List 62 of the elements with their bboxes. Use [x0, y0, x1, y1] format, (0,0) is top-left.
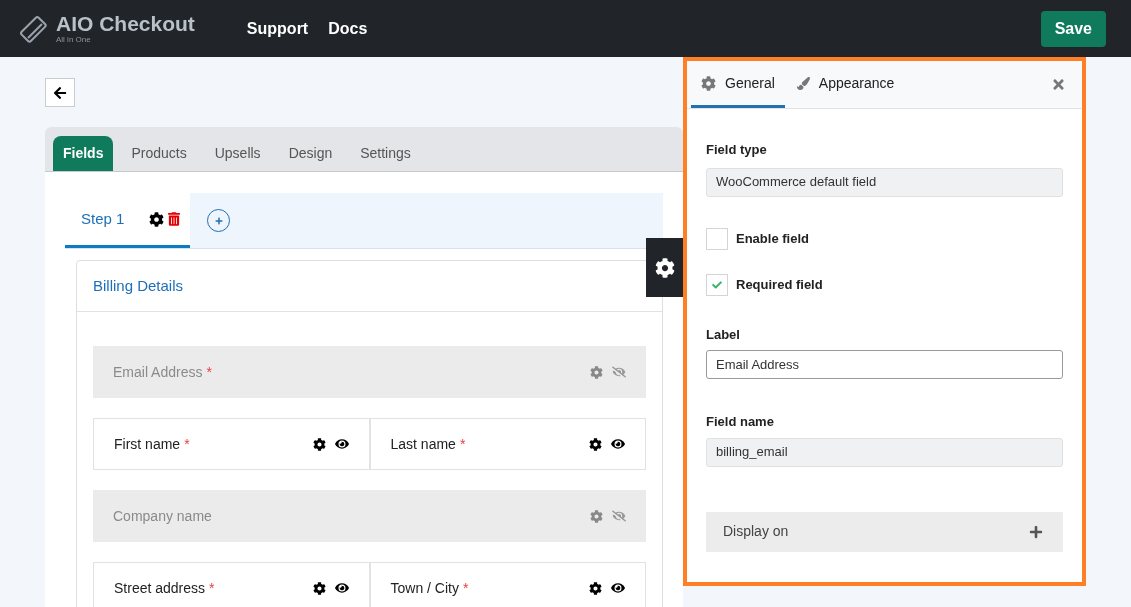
eye-icon[interactable] — [611, 581, 625, 595]
tab[interactable]: Upsells — [204, 136, 271, 171]
tab[interactable]: Fields — [53, 136, 114, 171]
checkbox-label: Required field — [736, 275, 823, 294]
required-asterisk: * — [206, 362, 212, 382]
settings-icon — [654, 257, 675, 278]
logo-title: AIO Checkout — [56, 13, 195, 34]
field-name-label: Field name — [706, 413, 775, 431]
panel-tab[interactable]: General — [691, 61, 785, 108]
settings-icon[interactable] — [312, 437, 326, 451]
field-row[interactable]: Town / City * — [369, 562, 646, 607]
required-asterisk: * — [209, 578, 215, 598]
checkbox[interactable] — [706, 227, 728, 250]
field-label: Last name — [390, 434, 456, 454]
card-logo-icon — [18, 13, 48, 44]
back-button[interactable] — [45, 78, 75, 107]
field-label: Town / City — [390, 578, 459, 598]
checkbox-label: Enable field — [736, 229, 809, 248]
field-type-field: WooCommerce default field — [706, 167, 1063, 197]
field-type-label: Field type — [706, 141, 768, 159]
close-icon[interactable] — [1051, 77, 1066, 92]
nav-link[interactable]: Support — [246, 16, 309, 41]
required-asterisk: * — [184, 434, 190, 454]
settings-toggle-button[interactable] — [646, 238, 683, 297]
field-row[interactable]: Last name * — [369, 418, 646, 470]
eye-icon[interactable] — [334, 437, 349, 451]
step-tab[interactable]: Step 1 — [65, 193, 190, 248]
logo-subtitle: All in One — [56, 36, 92, 44]
settings-icon[interactable] — [149, 211, 165, 227]
label-input[interactable]: Email Address — [706, 350, 1063, 379]
gear-icon — [701, 75, 716, 91]
back-arrow-icon — [53, 85, 67, 100]
plus-icon — [214, 216, 223, 225]
trash-icon[interactable] — [168, 212, 181, 226]
panel-tab[interactable]: Appearance — [786, 61, 905, 108]
checkbox[interactable] — [706, 273, 728, 296]
field-row[interactable]: Street address * — [93, 562, 370, 607]
field-label: Company name — [113, 506, 212, 526]
settings-icon[interactable] — [589, 581, 602, 595]
settings-icon[interactable] — [312, 581, 326, 595]
tab[interactable]: Products — [121, 136, 197, 171]
settings-icon[interactable] — [589, 437, 602, 451]
field-label: Email Address — [113, 362, 203, 382]
check-icon — [712, 279, 722, 290]
required-asterisk: * — [459, 434, 466, 454]
required-asterisk: * — [462, 578, 469, 598]
display-on-button[interactable]: Display on — [706, 511, 1063, 552]
brush-icon — [796, 75, 810, 91]
eye-icon[interactable] — [611, 437, 625, 451]
step-label: Step 1 — [81, 208, 125, 229]
field-label: First name — [114, 434, 181, 454]
label-label: Label — [706, 325, 741, 344]
tab[interactable]: Design — [278, 136, 343, 171]
save-button[interactable]: Save — [1040, 10, 1106, 47]
field-name-field: billing_email — [706, 437, 1063, 467]
field-row[interactable]: First name * — [93, 418, 370, 470]
plus-icon — [1029, 524, 1043, 539]
section-title: Billing Details — [93, 275, 184, 296]
field-label: Street address — [114, 578, 206, 598]
tab[interactable]: Settings — [350, 136, 421, 171]
eye-icon[interactable] — [334, 581, 349, 595]
nav-link[interactable]: Docs — [328, 16, 368, 41]
